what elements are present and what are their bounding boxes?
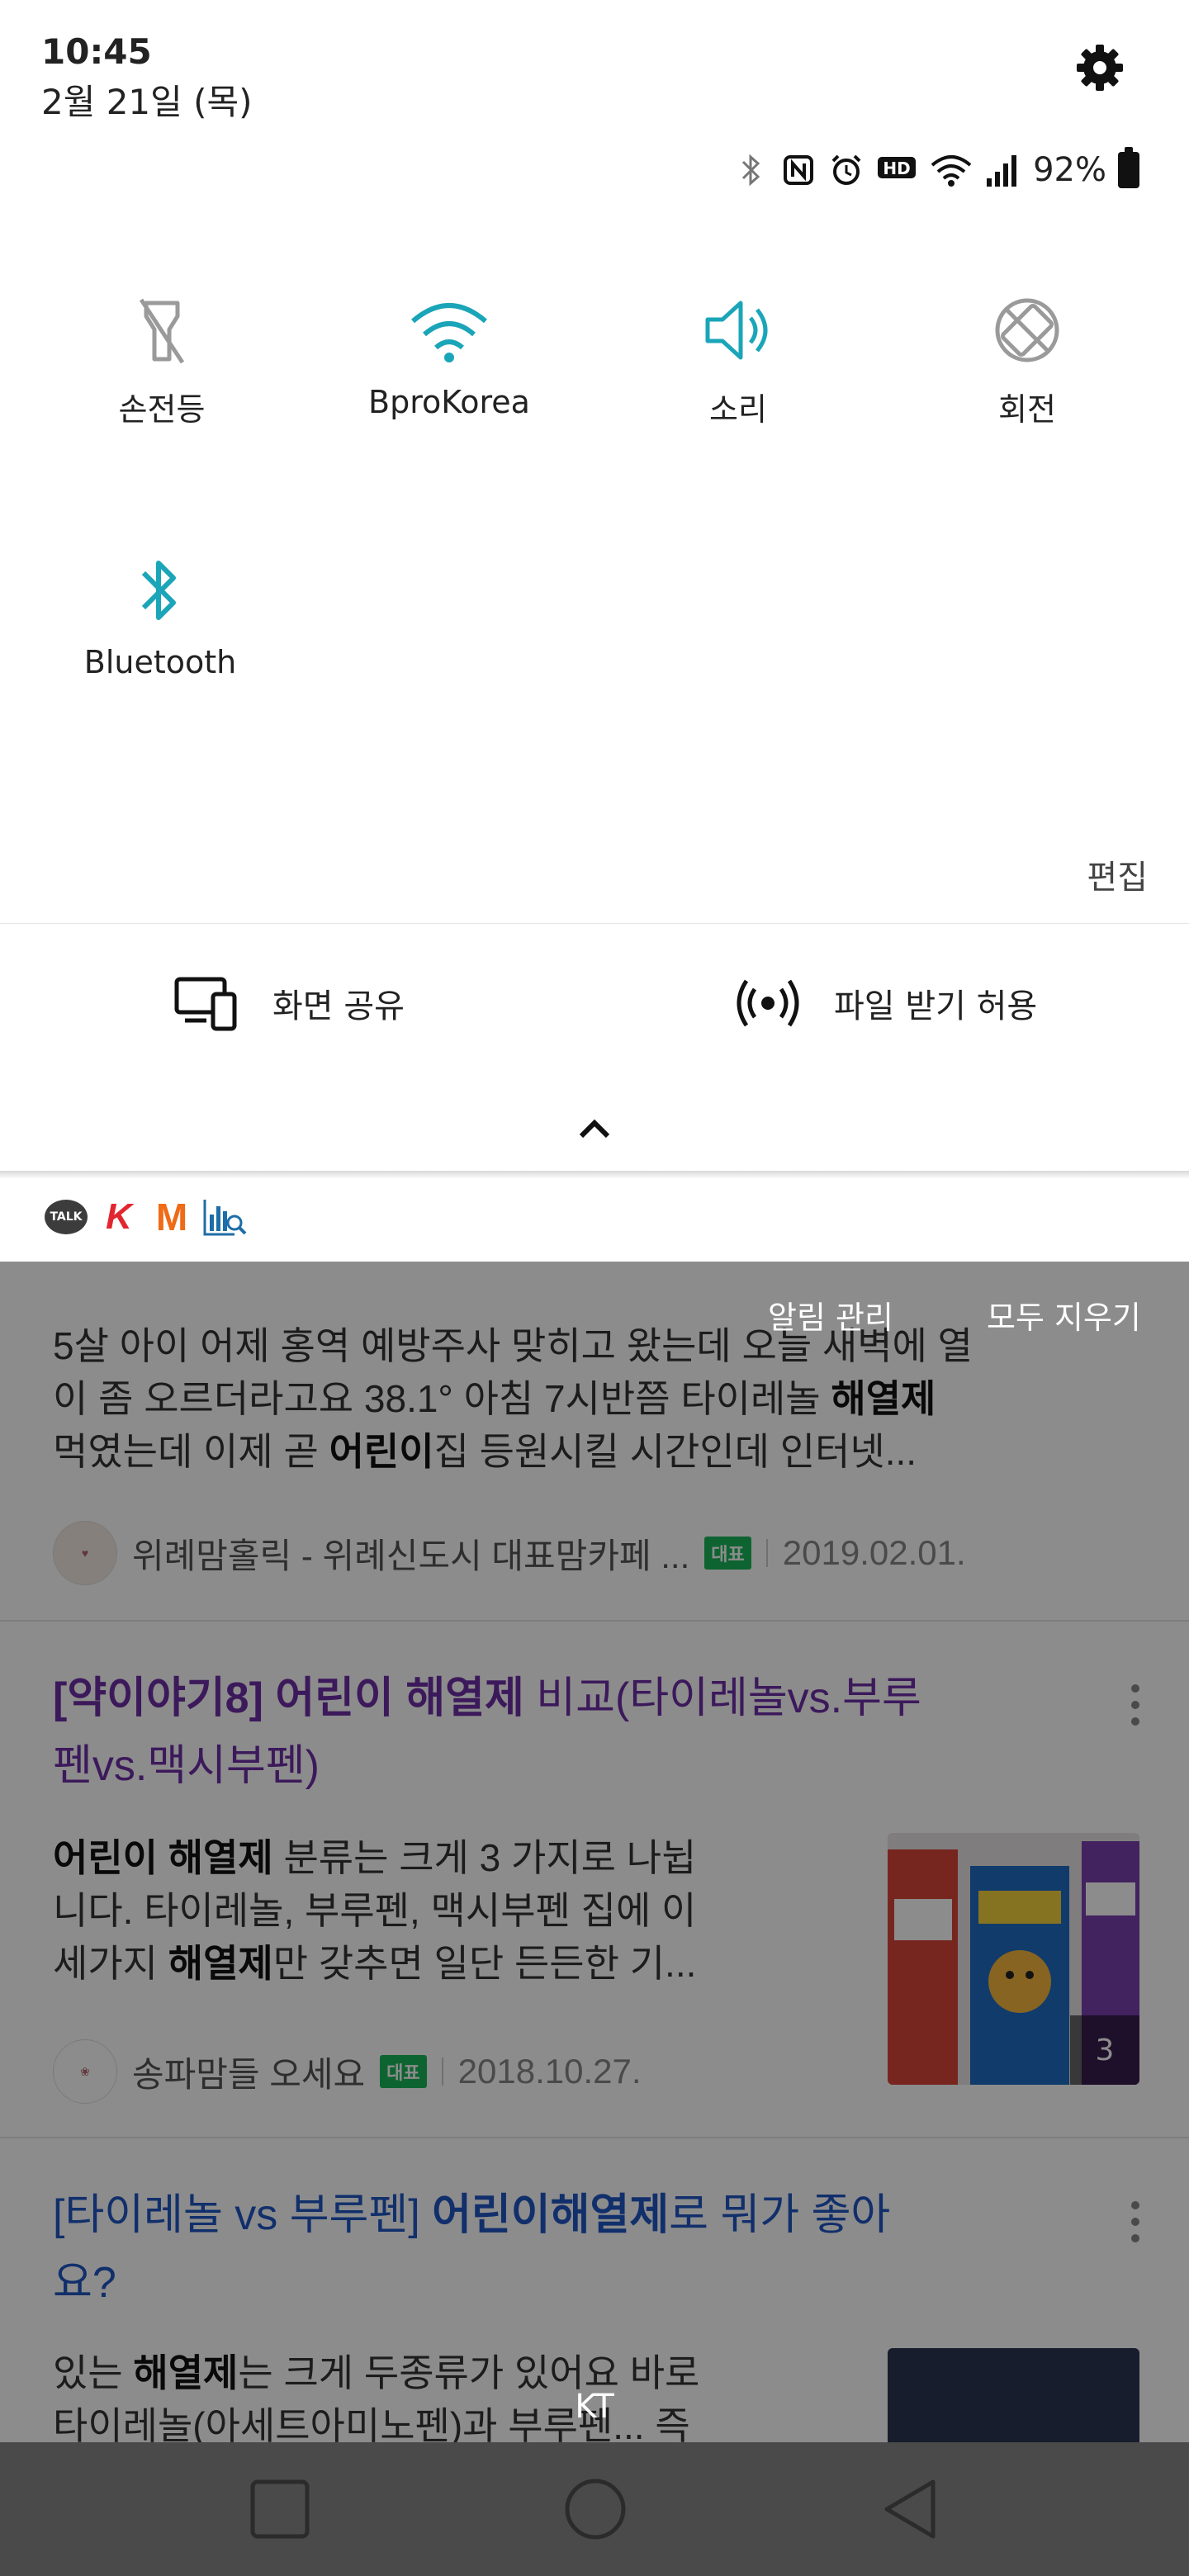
date: 2월 21일 (목): [41, 82, 253, 122]
carrier-label: KT: [575, 2388, 614, 2426]
file-receive-button[interactable]: 파일 받기 허용: [735, 974, 1037, 1032]
tile-rotation[interactable]: 회전: [903, 285, 1151, 429]
bluetooth-status-icon: [732, 152, 769, 188]
clear-all-button[interactable]: 모두 지우기: [987, 1292, 1141, 1338]
screen-share-button[interactable]: 화면 공유: [173, 974, 405, 1032]
tile-label: BproKorea: [368, 384, 530, 420]
panel-shadow: [0, 1171, 1189, 1179]
wifi-status-icon: [929, 152, 973, 188]
dim-overlay: [0, 1262, 1189, 2442]
screen-share-label: 화면 공유: [272, 987, 405, 1025]
file-receive-label: 파일 받기 허용: [834, 987, 1038, 1025]
tile-sound[interactable]: 소리: [614, 285, 862, 429]
sound-icon: [693, 285, 784, 376]
edit-tiles-button[interactable]: 편집: [1087, 850, 1148, 898]
recents-square-icon[interactable]: [244, 2474, 315, 2545]
alarm-icon: [828, 152, 865, 188]
status-bar-icons: HD 92%: [732, 147, 1139, 193]
tile-label: Bluetooth: [83, 644, 237, 680]
k-app-icon[interactable]: K: [96, 1194, 142, 1240]
nfc-icon: [780, 152, 817, 188]
tile-label: 회전: [998, 391, 1056, 428]
flashlight-off-icon: [116, 285, 207, 376]
settings-gear-icon[interactable]: [1073, 41, 1126, 94]
home-circle-icon[interactable]: [560, 2474, 631, 2545]
tile-label: 소리: [709, 391, 767, 428]
screen-share-icon: [174, 977, 237, 1031]
tile-flashlight[interactable]: 손전등: [38, 285, 286, 429]
tile-bluetooth[interactable]: Bluetooth: [36, 545, 284, 680]
kakaotalk-icon[interactable]: TALK: [43, 1194, 89, 1240]
rotation-lock-icon: [982, 285, 1073, 376]
bluetooth-icon: [115, 545, 206, 636]
wifi-icon: [404, 285, 495, 376]
hd-voice-icon: HD: [876, 152, 917, 188]
navigation-bar: [0, 2442, 1189, 2576]
tile-label: 손전등: [118, 391, 206, 428]
m-app-icon[interactable]: M: [149, 1194, 195, 1240]
clock: 10:45: [41, 31, 152, 72]
signal-icon: [985, 152, 1021, 188]
battery-icon: [1118, 147, 1139, 188]
chart-search-icon[interactable]: [201, 1194, 248, 1240]
back-triangle-icon[interactable]: [875, 2474, 946, 2545]
manage-notifications-button[interactable]: 알림 관리: [768, 1292, 893, 1338]
battery-percent: 92%: [1033, 151, 1106, 189]
quick-settings-panel: 10:45 2월 21일 (목) HD 92% 손전등 BproKorea 소리…: [0, 0, 1189, 1172]
tile-wifi[interactable]: BproKorea: [325, 285, 573, 420]
broadcast-icon: [737, 979, 799, 1027]
collapse-chevron-up-icon[interactable]: [570, 1113, 619, 1146]
svg-text:HD: HD: [883, 159, 910, 178]
section-divider: [0, 923, 1189, 924]
notification-app-icons: TALK K M: [0, 1172, 1189, 1262]
